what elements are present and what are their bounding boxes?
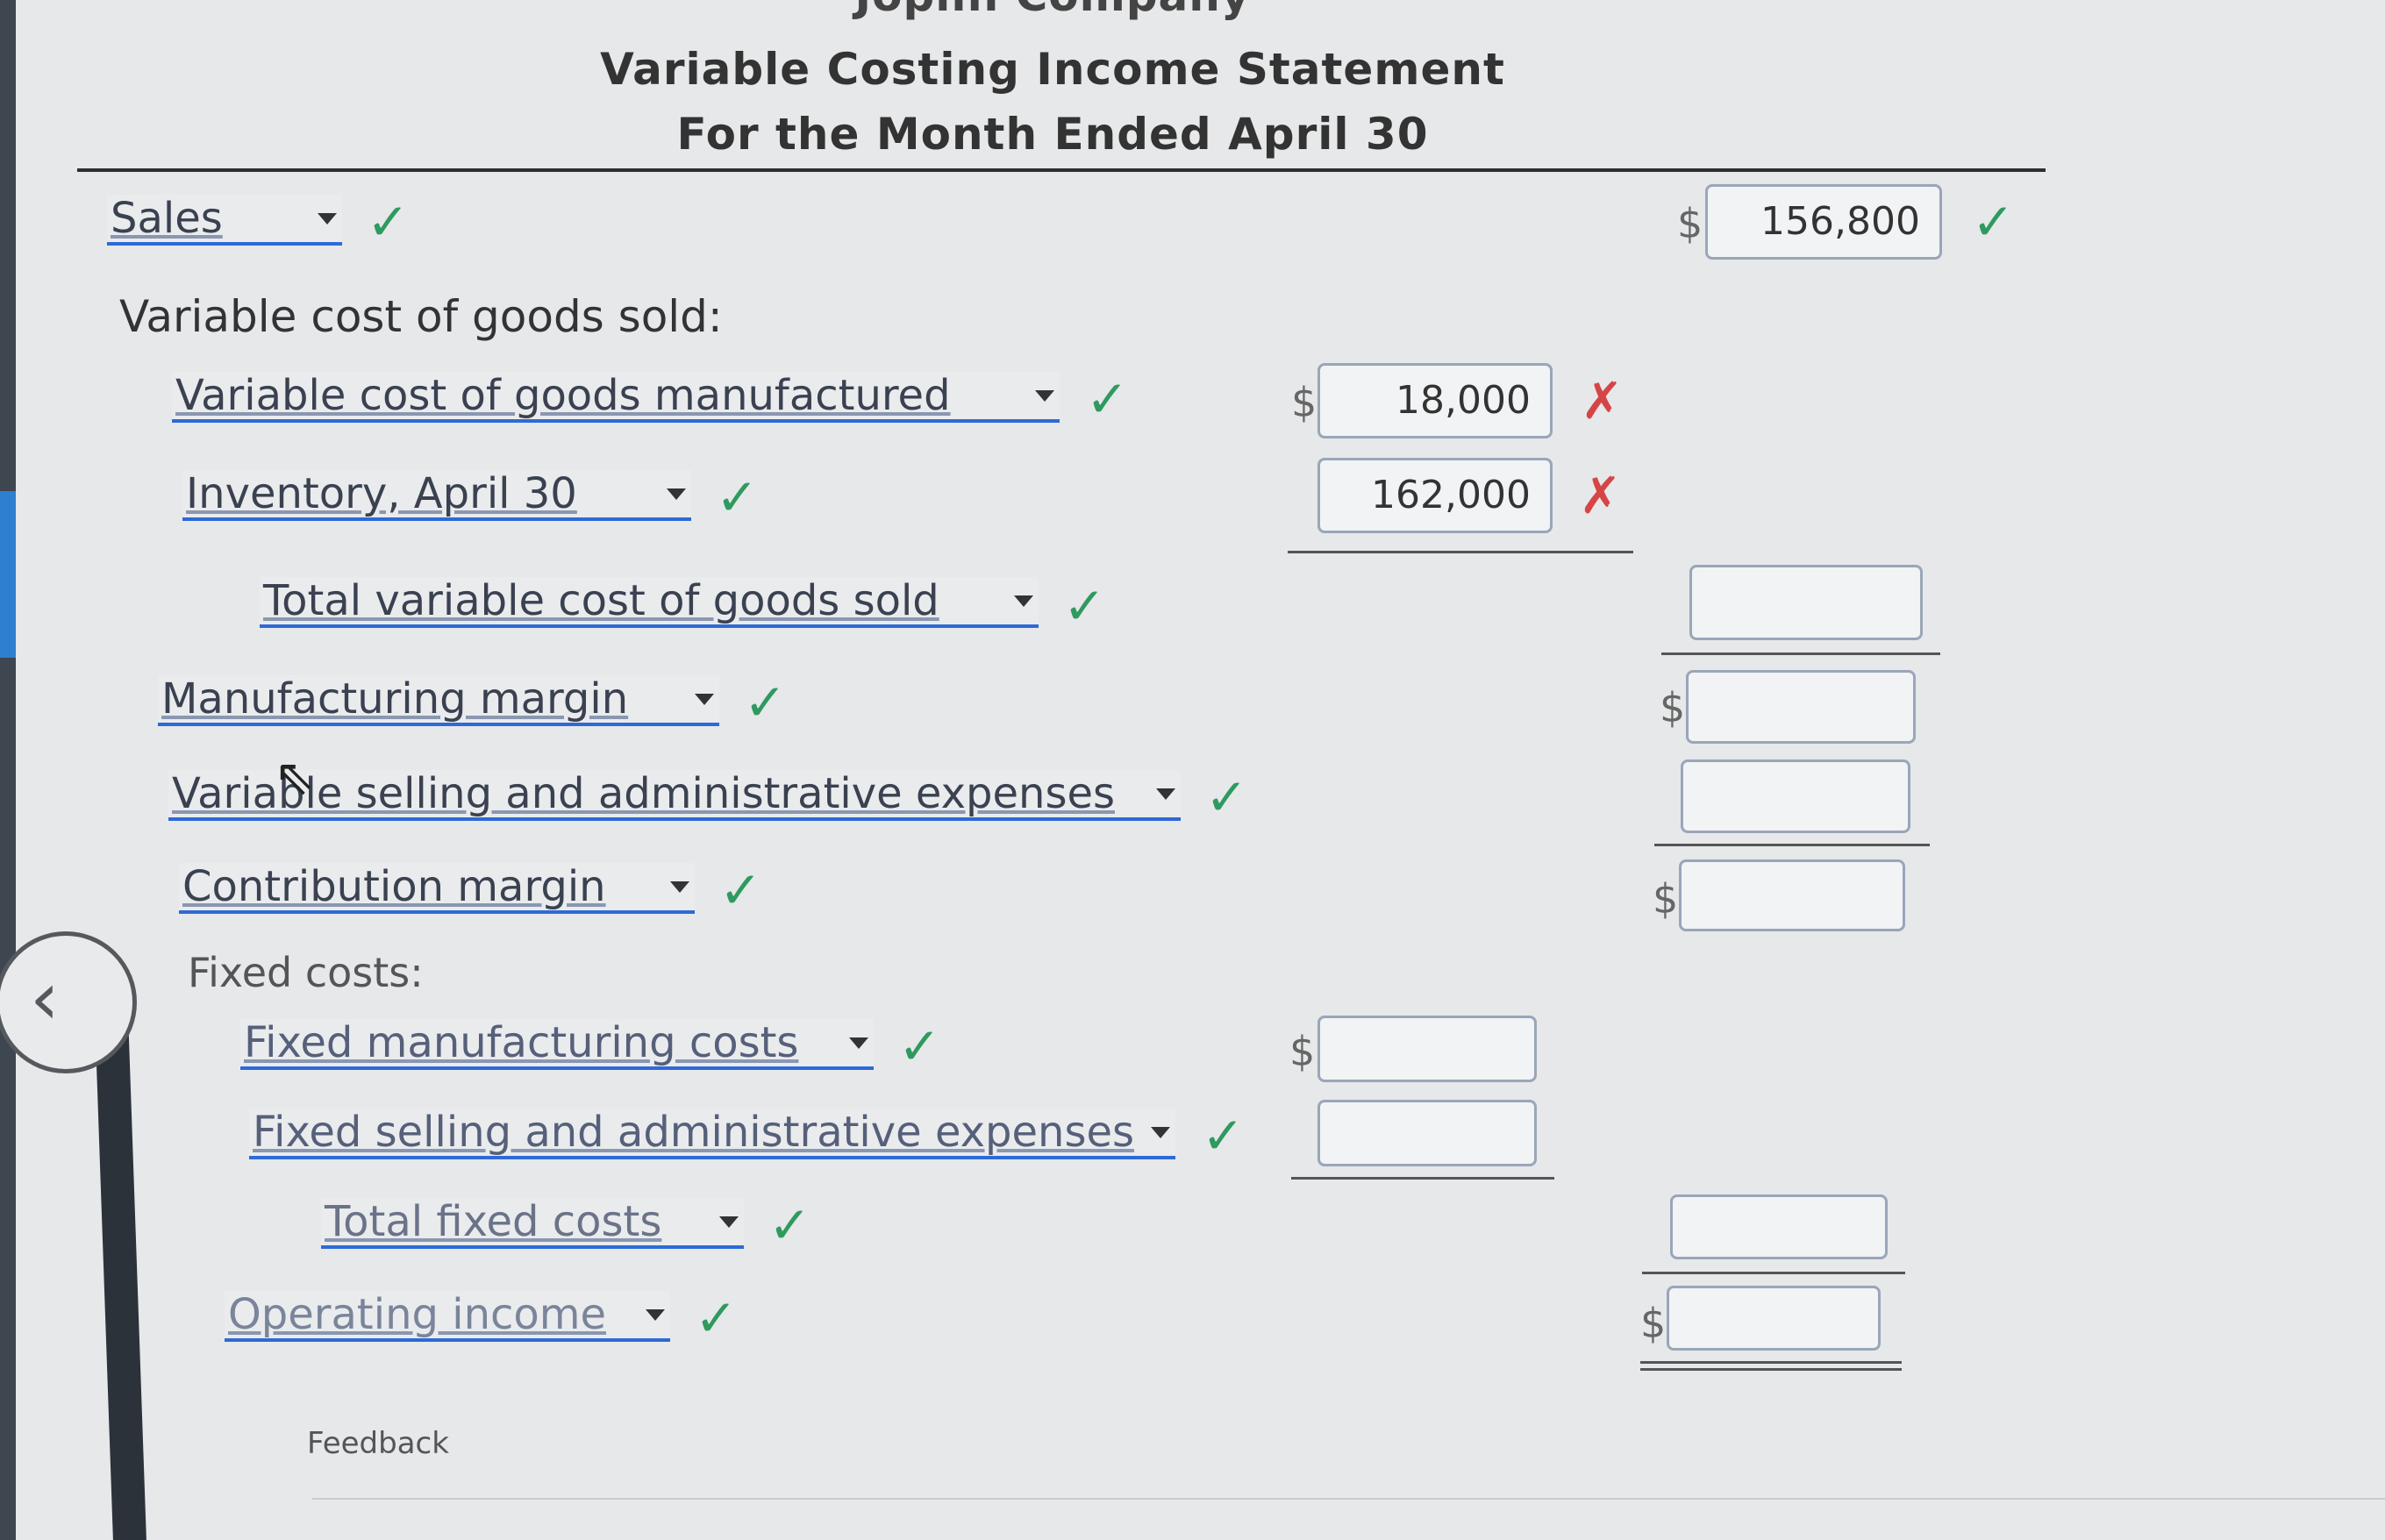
inventory-label: Inventory, April 30 [186,469,577,518]
dollar-sign: $ [1289,1028,1316,1075]
check-icon: ✓ [898,1016,941,1076]
check-icon: ✓ [1972,192,2015,252]
double-rule-top [1640,1361,1902,1364]
footer-rule [312,1498,2385,1500]
contribution-margin-amount-input[interactable] [1679,859,1905,931]
vcogm-label: Variable cost of goods manufactured [175,371,951,420]
vcogm-dropdown[interactable]: Variable cost of goods manufactured [172,371,1060,423]
dollar-sign: $ [1640,1300,1667,1347]
dollar-sign: $ [1660,684,1686,731]
fixed-costs-heading: Fixed costs: [188,949,424,996]
fixed-sga-label: Fixed selling and administrative expense… [253,1108,1135,1157]
chevron-down-icon [1151,1126,1170,1138]
mouse-cursor-icon: ⇖ [274,749,315,806]
total-vcogs-dropdown[interactable]: Total variable cost of goods sold [260,576,1039,628]
chevron-down-icon [670,881,689,893]
mfg-margin-label: Manufacturing margin [161,674,629,724]
sales-dropdown[interactable]: Sales [107,194,342,246]
chevron-down-icon [667,488,686,500]
chevron-down-icon [719,1216,739,1228]
inventory-dropdown[interactable]: Inventory, April 30 [182,469,691,521]
inventory-amount-input[interactable]: 162,000 [1317,458,1553,533]
vcogs-heading: Variable cost of goods sold: [119,291,723,342]
subtotal-rule [1291,1177,1554,1180]
check-icon: ✓ [1205,767,1248,827]
fixed-sga-dropdown[interactable]: Fixed selling and administrative expense… [249,1108,1175,1159]
total-fixed-amount-input[interactable] [1670,1194,1888,1259]
check-icon: ✓ [1063,576,1106,636]
fixed-mfg-dropdown[interactable]: Fixed manufacturing costs [240,1018,874,1070]
operating-income-amount-input[interactable] [1667,1286,1881,1351]
double-rule-bottom [1640,1368,1902,1371]
dollar-sign: $ [1653,875,1679,923]
side-bar [94,991,146,1540]
chevron-down-icon [1035,389,1054,402]
feedback-link[interactable]: Feedback [307,1426,449,1461]
header-rule [77,168,2046,172]
left-rail [0,0,16,1540]
total-fixed-label: Total fixed costs [325,1197,662,1246]
total-vcogs-label: Total variable cost of goods sold [263,576,939,625]
statement-title: Variable Costing Income Statement [600,44,1505,95]
operating-income-label: Operating income [228,1290,607,1339]
check-icon: ✓ [768,1195,811,1255]
chevron-down-icon [318,212,337,225]
chevron-down-icon [849,1037,868,1049]
check-icon: ✓ [695,1288,738,1348]
check-icon: ✓ [719,860,762,920]
x-icon: ✗ [1581,371,1624,431]
dollar-sign: $ [1677,200,1703,247]
dollar-sign: $ [1291,379,1317,426]
fixed-mfg-label: Fixed manufacturing costs [244,1018,799,1067]
check-icon: ✓ [744,673,787,732]
operating-income-dropdown[interactable]: Operating income [225,1290,670,1342]
chevron-down-icon [646,1308,665,1321]
left-rail-accent [0,491,16,658]
check-icon: ✓ [367,192,410,252]
x-icon: ✗ [1579,466,1622,525]
subtotal-rule [1661,652,1940,655]
check-icon: ✓ [1202,1106,1245,1166]
total-fixed-dropdown[interactable]: Total fixed costs [321,1197,744,1249]
mfg-margin-amount-input[interactable] [1686,670,1916,744]
subtotal-rule [1642,1272,1905,1274]
var-sga-amount-input[interactable] [1681,759,1910,833]
chevron-down-icon [695,693,714,705]
chevron-left-icon[interactable]: ‹ [30,961,60,1035]
total-vcogs-amount-input[interactable] [1689,565,1923,640]
contribution-margin-label: Contribution margin [182,862,606,911]
vcogm-amount-input[interactable]: 18,000 [1317,363,1553,438]
fixed-sga-amount-input[interactable] [1317,1100,1537,1166]
sales-label: Sales [111,194,223,243]
chevron-down-icon [1156,788,1175,800]
var-sga-dropdown[interactable]: Variable selling and administrative expe… [168,769,1181,821]
contribution-margin-dropdown[interactable]: Contribution margin [179,862,695,914]
chevron-down-icon [1014,595,1033,607]
subtotal-rule [1654,844,1930,846]
sales-amount-input[interactable]: 156,800 [1705,184,1942,260]
back-button[interactable] [0,931,137,1073]
check-icon: ✓ [1086,369,1129,429]
fixed-mfg-amount-input[interactable] [1317,1016,1537,1082]
check-icon: ✓ [716,467,759,527]
subtotal-rule [1288,551,1633,553]
mfg-margin-dropdown[interactable]: Manufacturing margin [158,674,719,726]
company-name: Joplin Company [526,0,1579,21]
statement-period: For the Month Ended April 30 [676,109,1429,160]
